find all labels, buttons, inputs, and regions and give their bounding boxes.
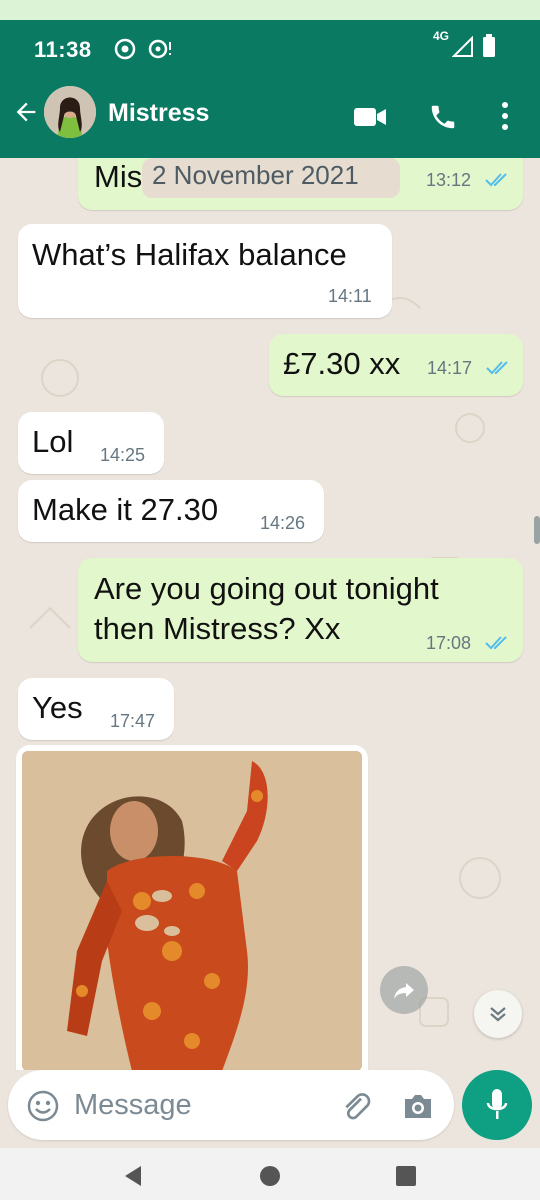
nav-home-icon[interactable]	[258, 1164, 282, 1188]
forward-icon	[394, 983, 414, 999]
message-time: 14:25	[100, 445, 146, 465]
top-strip	[0, 0, 540, 20]
message-text: Yes	[32, 690, 83, 725]
more-vert-icon[interactable]	[498, 100, 512, 132]
message-placeholder: Message	[74, 1089, 192, 1121]
date-chip-text: 2 November 2021	[152, 160, 359, 190]
system-nav-bar	[0, 1148, 540, 1200]
attach-icon[interactable]	[338, 1090, 372, 1122]
message-text-line-1: Are you going out tonight	[94, 571, 439, 606]
message-text: £7.30 xx	[283, 346, 401, 381]
emoji-icon[interactable]	[26, 1089, 60, 1123]
message-bubble-outgoing[interactable]: £7.30 xx 14:17	[269, 334, 523, 396]
message-bubble-incoming[interactable]: What’s Halifax balance 14:11	[18, 224, 392, 318]
read-ticks-icon	[486, 361, 508, 375]
camera-icon[interactable]	[402, 1091, 434, 1121]
message-bubble-outgoing[interactable]: Are you going out tonight then Mistress?…	[78, 558, 523, 662]
hotspot-icon	[148, 39, 171, 59]
mic-button[interactable]	[462, 1070, 532, 1140]
message-bubble-incoming[interactable]: Make it 27.30 14:26	[18, 480, 324, 542]
forward-button[interactable]	[380, 966, 428, 1014]
scroll-down-button[interactable]	[474, 990, 522, 1038]
chrome-icon	[114, 38, 136, 60]
message-time: 14:26	[260, 513, 306, 533]
photo-message[interactable]	[22, 751, 362, 1070]
contact-name[interactable]: Mistress	[108, 99, 209, 128]
signal-icon	[452, 36, 473, 57]
app-bar: 11:38 4G Mistress	[0, 20, 540, 158]
message-time: 13:12	[426, 170, 472, 190]
nav-back-icon[interactable]	[121, 1164, 145, 1188]
video-call-icon[interactable]	[353, 105, 387, 129]
date-chip: 2 November 2021	[142, 158, 400, 198]
read-ticks-icon	[485, 636, 507, 650]
message-time: 14:17	[427, 358, 473, 378]
battery-icon	[483, 34, 495, 57]
phone-icon[interactable]	[428, 102, 458, 132]
message-time: 17:47	[110, 711, 156, 731]
back-arrow-icon[interactable]	[12, 98, 40, 126]
read-ticks-icon	[485, 173, 507, 187]
message-bubble-incoming[interactable]: Lol 14:25	[18, 412, 164, 474]
message-bubble-incoming[interactable]: Yes 17:47	[18, 678, 174, 740]
contact-avatar[interactable]	[44, 86, 96, 138]
message-text: Lol	[32, 424, 74, 459]
scroll-down-icon	[490, 1007, 506, 1022]
message-text: Make it 27.30	[32, 492, 219, 527]
message-text: What’s Halifax balance	[32, 237, 347, 272]
chat-area[interactable]: Mis 13:12 2 November 2021 What’s Halifax…	[0, 158, 540, 1070]
mic-icon	[486, 1089, 508, 1119]
message-time: 17:08	[426, 633, 472, 653]
message-time: 14:11	[328, 286, 372, 306]
message-text: Mis	[94, 159, 143, 194]
message-text-line-2: then Mistress? Xx	[94, 611, 341, 646]
composer-bar: Message	[0, 1070, 540, 1148]
message-input[interactable]: Message	[8, 1070, 454, 1140]
scrollbar-thumb[interactable]	[534, 516, 540, 544]
photo-image	[22, 751, 362, 1070]
network-type: 4G	[433, 29, 450, 43]
nav-recents-icon[interactable]	[394, 1164, 418, 1188]
status-time: 11:38	[34, 37, 92, 62]
